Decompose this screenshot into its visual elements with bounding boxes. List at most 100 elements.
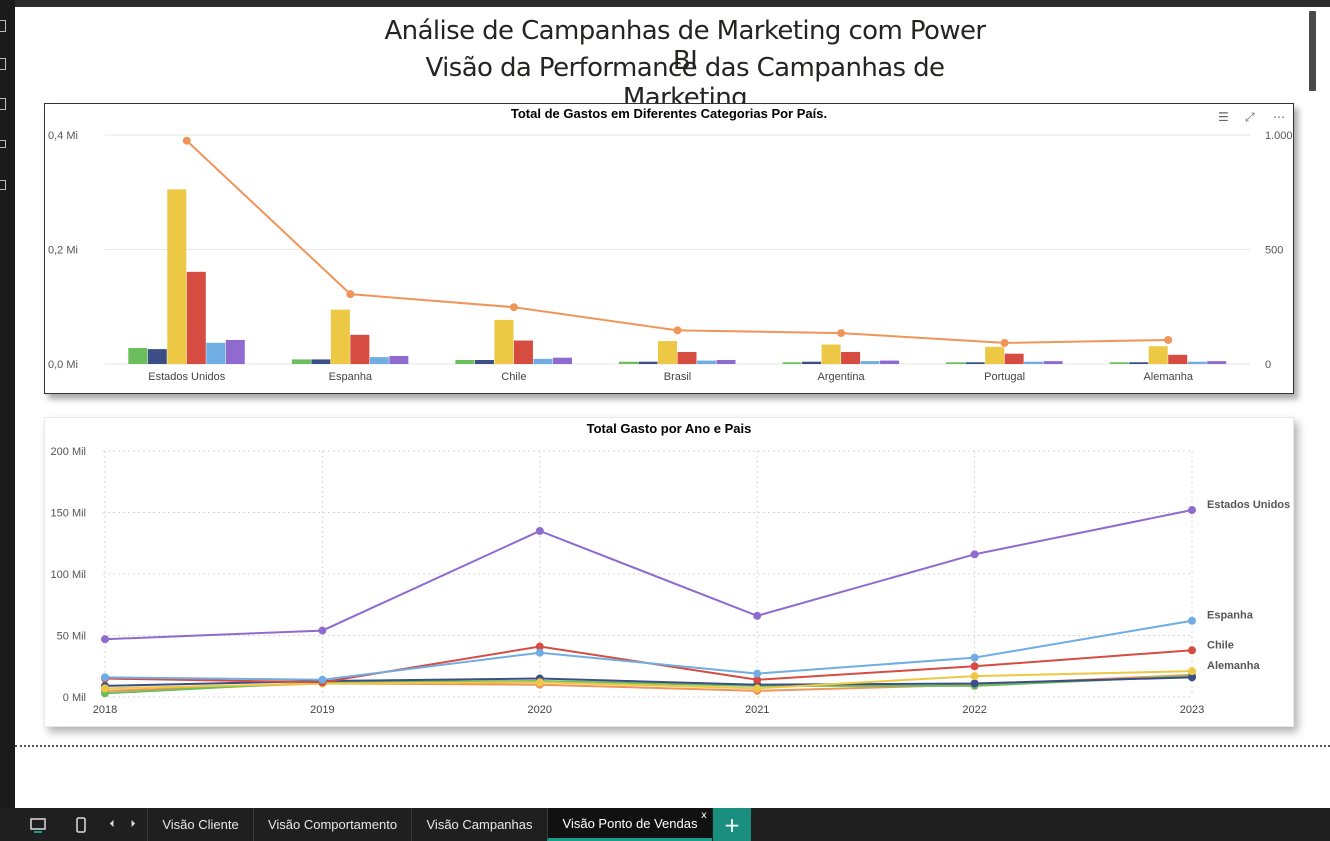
- x-tick-label: Chile: [501, 371, 526, 383]
- yearly-spend-chart[interactable]: Total Gasto por Ano e Pais 0 Mil 50 Mil 10…: [44, 417, 1294, 727]
- line-point: [509, 303, 518, 312]
- line-point: [1000, 338, 1009, 347]
- bar: [880, 360, 900, 364]
- bar: [716, 359, 736, 364]
- chart-title: Total de Gastos em Diferentes Categorias…: [510, 106, 828, 121]
- bar: [533, 358, 553, 364]
- series-label: Espanha: [1207, 610, 1254, 622]
- x-tick-label: Espanha: [329, 371, 373, 383]
- x-tick-label: Brasil: [664, 371, 692, 383]
- line-point: [1188, 616, 1196, 625]
- line-point: [970, 662, 979, 671]
- y2-tick-label: 1.000: [1265, 130, 1293, 142]
- bar: [965, 362, 985, 364]
- dax-query-icon[interactable]: [0, 140, 6, 148]
- add-page-button[interactable]: +: [713, 808, 751, 841]
- y-tick-label: 0,0 Mi: [48, 359, 78, 371]
- page-boundary: [15, 745, 1330, 747]
- bar: [1187, 361, 1207, 364]
- bar: [147, 349, 167, 364]
- line-point: [970, 550, 979, 559]
- y2-tick-label: 500: [1265, 245, 1283, 257]
- line-point: [753, 611, 762, 620]
- line-point: [970, 653, 979, 662]
- more-options-icon[interactable]: ⋯: [1273, 110, 1285, 124]
- line-point: [182, 136, 191, 145]
- bar: [658, 341, 677, 364]
- focus-mode-icon[interactable]: ⤢: [1245, 110, 1255, 125]
- x-tick-label: 2023: [1180, 704, 1204, 716]
- x-tick-label: 2021: [745, 704, 769, 716]
- prev-page-icon[interactable]: ⏴: [105, 808, 119, 841]
- bar: [1109, 362, 1129, 364]
- category-spend-chart[interactable]: Total de Gastos em Diferentes Categorias…: [44, 103, 1294, 394]
- vertical-scrollbar[interactable]: [1309, 11, 1316, 91]
- line-series: [104, 619, 1193, 681]
- window-top-bar: [0, 0, 1330, 7]
- series-label: Estados Unidos: [1207, 499, 1290, 511]
- line-point: [101, 684, 109, 693]
- bar: [128, 347, 148, 364]
- tab-visao-comportamento[interactable]: Visão Comportamento: [253, 808, 411, 841]
- bar: [225, 339, 245, 364]
- x-tick-label: Argentina: [818, 371, 866, 383]
- bar: [697, 360, 716, 364]
- line-chart-svg: 0 Mil 50 Mil 100 Mil 150 Mil 200 Mil 2018 2019…: [51, 446, 1291, 716]
- close-tab-icon[interactable]: x: [701, 810, 707, 821]
- mobile-view-icon[interactable]: [71, 808, 91, 841]
- bar: [474, 359, 494, 364]
- tab-visao-ponto-de-vendas[interactable]: Visão Ponto de Vendas: [547, 808, 712, 841]
- line-point: [318, 675, 327, 684]
- bar: [1168, 354, 1188, 364]
- bar-chart-svg: 0,0 Mi 0,2 Mi 0,4 Mi 0 500 1.000 Estados Unido…: [48, 130, 1293, 383]
- tab-visao-cliente[interactable]: Visão Cliente: [147, 808, 253, 841]
- filter-icon[interactable]: ☰: [1218, 110, 1229, 124]
- tab-visao-campanhas[interactable]: Visão Campanhas: [411, 808, 547, 841]
- desktop-view-icon[interactable]: [25, 808, 51, 841]
- table-view-icon[interactable]: [0, 58, 6, 70]
- bar: [638, 361, 658, 364]
- tmdl-view-icon[interactable]: [0, 180, 6, 190]
- bar: [860, 361, 880, 364]
- bar: [369, 357, 389, 364]
- bar: [311, 359, 331, 364]
- bar: [1207, 361, 1227, 364]
- left-toolbar: [0, 0, 15, 808]
- bar: [619, 361, 638, 364]
- line-point: [970, 672, 979, 681]
- next-page-icon[interactable]: ⏵: [126, 808, 140, 841]
- model-view-icon[interactable]: [0, 98, 6, 110]
- line-series: [104, 509, 1193, 641]
- line-point: [753, 669, 762, 678]
- line-point: [837, 329, 846, 338]
- bar: [350, 334, 370, 364]
- bar: [1004, 353, 1024, 364]
- line-point: [101, 635, 109, 644]
- x-tick-label: 2020: [528, 704, 552, 716]
- y-tick-label: 50 Mil: [57, 631, 86, 643]
- bar: [1024, 361, 1044, 364]
- bar: [494, 319, 514, 364]
- line-point: [101, 673, 109, 682]
- line-point: [1164, 335, 1173, 344]
- line-point: [535, 678, 544, 687]
- report-canvas: Análise de Campanhas de Marketing com Po…: [15, 7, 1330, 808]
- y-tick-label: 0,2 Mi: [48, 245, 78, 257]
- series-label: Chile: [1207, 639, 1234, 651]
- y-tick-label: 0,4 Mi: [48, 130, 78, 142]
- bar: [206, 342, 226, 364]
- y2-tick-label: 0: [1265, 359, 1271, 371]
- line-point: [346, 290, 355, 299]
- bar: [455, 359, 475, 364]
- line-series: [104, 645, 1193, 684]
- chart-title: Total Gasto por Ano e Pais: [586, 421, 752, 436]
- bar: [677, 351, 697, 364]
- line-point: [753, 684, 762, 693]
- report-view-icon[interactable]: [0, 20, 6, 32]
- x-tick-label: 2018: [93, 704, 117, 716]
- line-point: [1188, 667, 1196, 676]
- line-point: [970, 679, 979, 688]
- y-tick-label: 200 Mil: [51, 446, 86, 458]
- bar: [821, 344, 841, 364]
- bar: [389, 355, 409, 364]
